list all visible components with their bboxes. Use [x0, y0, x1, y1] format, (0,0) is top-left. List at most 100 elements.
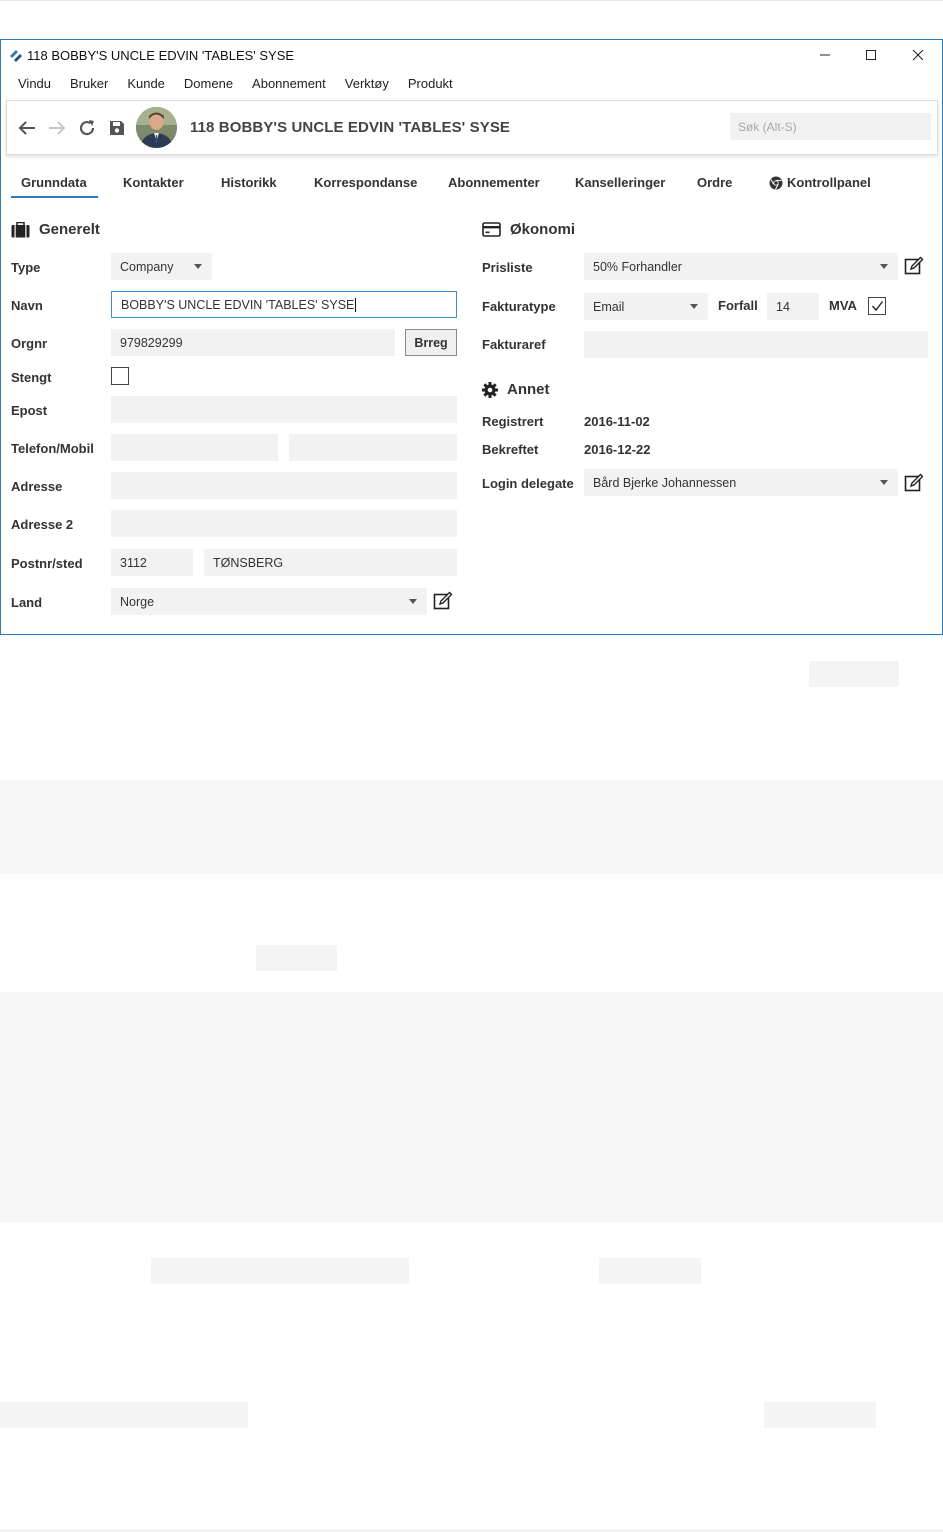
- mobil-input[interactable]: [289, 434, 457, 461]
- forward-button[interactable]: [46, 117, 68, 139]
- fakturatype-select[interactable]: Email: [584, 293, 708, 320]
- epost-input[interactable]: [111, 396, 457, 423]
- credit-card-icon: [482, 222, 501, 237]
- maximize-icon: [866, 50, 876, 60]
- section-generelt: Generelt: [11, 221, 100, 238]
- fakturaref-input[interactable]: [584, 331, 928, 358]
- adresse-input[interactable]: [111, 472, 457, 499]
- save-button[interactable]: [106, 117, 128, 139]
- tab-ordre[interactable]: Ordre: [697, 175, 732, 190]
- close-button[interactable]: [895, 40, 941, 70]
- chevron-down-icon: [194, 264, 202, 269]
- minimize-button[interactable]: [802, 40, 848, 70]
- tab-korrespondanse[interactable]: Korrespondanse: [314, 175, 417, 190]
- title-bar[interactable]: 118 BOBBY'S UNCLE EDVIN 'TABLES' SYSE: [1, 40, 942, 70]
- prisliste-value: 50% Forhandler: [593, 259, 682, 274]
- save-icon: [110, 121, 124, 135]
- chevron-down-icon: [409, 599, 417, 604]
- background-band: [0, 780, 943, 874]
- registrert-value: 2016-11-02: [584, 414, 650, 429]
- mva-checkbox[interactable]: [868, 297, 886, 315]
- orgnr-input[interactable]: 979829299: [111, 329, 395, 356]
- menu-vindu[interactable]: Vindu: [18, 76, 51, 91]
- background-placeholder: [0, 1402, 248, 1428]
- orgnr-label: Orgnr: [11, 336, 48, 351]
- back-arrow-icon: [18, 121, 35, 135]
- tab-kontakter[interactable]: Kontakter: [123, 175, 184, 190]
- tab-grunndata[interactable]: Grunndata: [21, 175, 87, 190]
- edit-icon[interactable]: [904, 256, 924, 276]
- stengt-label: Stengt: [11, 370, 52, 385]
- record-toolbar: 118 BOBBY'S UNCLE EDVIN 'TABLES' SYSE: [6, 100, 938, 155]
- postnr-value: 3112: [120, 555, 147, 570]
- section-generelt-title: Generelt: [39, 221, 100, 238]
- section-okonomi: Økonomi: [482, 221, 575, 238]
- edit-icon[interactable]: [904, 473, 924, 493]
- gear-icon: [482, 381, 498, 398]
- top-divider: [0, 0, 943, 1]
- forward-arrow-icon: [49, 121, 66, 135]
- customer-window: 118 BOBBY'S UNCLE EDVIN 'TABLES' SYSE Vi…: [0, 39, 943, 635]
- navn-label: Navn: [11, 298, 43, 313]
- type-select[interactable]: Company: [111, 253, 212, 280]
- person-photo-icon: [136, 107, 177, 148]
- section-okonomi-title: Økonomi: [510, 221, 576, 238]
- tab-bar: Grunndata Kontakter Historikk Korrespond…: [1, 170, 942, 200]
- forfall-value: 14: [776, 299, 790, 314]
- tab-kanselleringer[interactable]: Kanselleringer: [575, 175, 665, 190]
- prisliste-label: Prisliste: [482, 260, 533, 275]
- background-placeholder: [764, 1402, 876, 1428]
- registrert-label: Registrert: [482, 414, 544, 429]
- telefon-input[interactable]: [111, 434, 278, 461]
- section-annet-title: Annet: [507, 381, 550, 398]
- navn-value: BOBBY'S UNCLE EDVIN 'TABLES' SYSE: [121, 297, 355, 312]
- tab-kontrollpanel-label: Kontrollpanel: [787, 175, 871, 190]
- refresh-icon: [79, 120, 95, 136]
- stengt-checkbox[interactable]: [111, 367, 129, 385]
- postnr-label: Postnr/sted: [11, 556, 83, 571]
- brreg-button[interactable]: Brreg: [405, 329, 457, 356]
- login-delegate-value: Bård Bjerke Johannessen: [593, 475, 737, 490]
- postnr-input[interactable]: 3112: [111, 549, 193, 576]
- land-select[interactable]: Norge: [111, 588, 427, 615]
- adresse2-label: Adresse 2: [11, 517, 74, 532]
- menu-produkt[interactable]: Produkt: [408, 76, 453, 91]
- login-delegate-select[interactable]: Bård Bjerke Johannessen: [584, 469, 898, 496]
- tab-abonnementer[interactable]: Abonnementer: [448, 175, 540, 190]
- menu-bar: Vindu Bruker Kunde Domene Abonnement Ver…: [1, 71, 472, 95]
- refresh-button[interactable]: [76, 117, 98, 139]
- orgnr-value: 979829299: [120, 335, 183, 350]
- active-tab-indicator: [11, 196, 98, 198]
- login-delegate-label: Login delegate: [482, 476, 574, 491]
- forfall-input[interactable]: 14: [767, 293, 819, 320]
- land-label: Land: [11, 595, 43, 610]
- background-placeholder: [809, 661, 899, 687]
- chevron-down-icon: [690, 304, 698, 309]
- menu-abonnement[interactable]: Abonnement: [252, 76, 326, 91]
- sted-input[interactable]: TØNSBERG: [204, 549, 457, 576]
- bekreftet-value: 2016-12-22: [584, 442, 651, 457]
- window-title: 118 BOBBY'S UNCLE EDVIN 'TABLES' SYSE: [27, 48, 295, 63]
- back-button[interactable]: [16, 117, 38, 139]
- epost-label: Epost: [11, 403, 48, 418]
- menu-domene[interactable]: Domene: [184, 76, 233, 91]
- navn-input[interactable]: BOBBY'S UNCLE EDVIN 'TABLES' SYSE: [111, 291, 457, 318]
- adresse-label: Adresse: [11, 479, 63, 494]
- type-label: Type: [11, 260, 41, 275]
- tab-historikk[interactable]: Historikk: [221, 175, 277, 190]
- tab-kontrollpanel[interactable]: Kontrollpanel: [769, 175, 871, 190]
- search-input[interactable]: [730, 113, 931, 140]
- menu-bruker[interactable]: Bruker: [70, 76, 108, 91]
- checkmark-icon: [871, 301, 883, 312]
- edit-icon[interactable]: [433, 591, 453, 611]
- menu-kunde[interactable]: Kunde: [127, 76, 165, 91]
- prisliste-select[interactable]: 50% Forhandler: [584, 253, 898, 280]
- fakturaref-label: Fakturaref: [482, 337, 546, 352]
- maximize-button[interactable]: [848, 40, 894, 70]
- minimize-icon: [820, 54, 830, 56]
- record-title: 118 BOBBY'S UNCLE EDVIN 'TABLES' SYSE: [190, 119, 511, 136]
- menu-verktoy[interactable]: Verktøy: [345, 76, 389, 91]
- text-cursor: [355, 297, 357, 312]
- adresse2-input[interactable]: [111, 510, 457, 537]
- telefon-label: Telefon/Mobil: [11, 441, 94, 456]
